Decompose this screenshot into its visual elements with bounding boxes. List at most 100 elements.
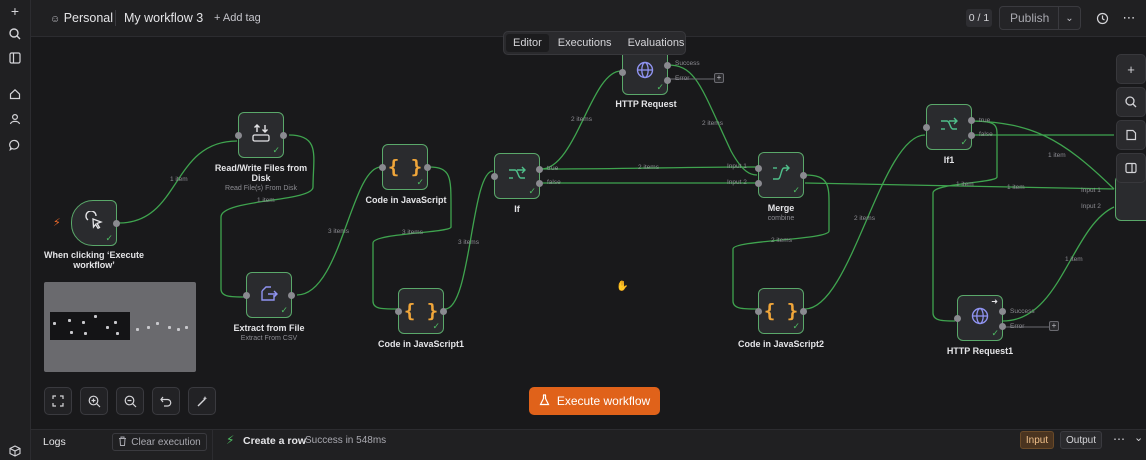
node-label: HTTP Request [615,99,677,109]
header-divider [115,10,116,26]
minimap-node [94,315,97,318]
output-port-success[interactable] [664,62,671,69]
code-braces-icon: { } [403,299,439,322]
output-port[interactable] [424,164,431,171]
output-port-false[interactable] [536,180,543,187]
node-label: Extract from File [233,323,305,333]
node-read-write-files[interactable]: ✓ [235,112,287,158]
output-port-error[interactable] [999,323,1006,330]
edge-label: 3 items [402,229,423,236]
input-port[interactable] [491,173,498,180]
chevron-down-icon[interactable]: ⌄ [1134,431,1143,444]
input-port[interactable] [954,315,961,322]
tidy-up-button[interactable] [188,387,216,415]
minimap-node [70,331,73,334]
output-port-false[interactable] [968,132,975,139]
globe-icon [970,306,990,330]
output-port-true[interactable] [536,166,543,173]
panel-toggle-icon[interactable] [1116,153,1146,183]
undo-button[interactable] [152,387,180,415]
branch-icon [507,164,527,188]
home-icon[interactable] [4,83,26,105]
publish-button[interactable]: Publish ⌄ [999,6,1081,30]
add-node-icon[interactable]: + [1116,54,1146,84]
check-icon: ✓ [272,145,280,155]
node-code-javascript[interactable]: { } ✓ [379,144,431,190]
node-http-request[interactable]: ✓ [619,49,671,95]
add-node-button[interactable]: + [1049,321,1059,331]
output-port[interactable] [288,292,295,299]
cursor-click-icon [84,210,104,235]
clear-execution-label: Clear execution [131,436,201,448]
clear-execution-button[interactable]: Clear execution [112,433,207,451]
add-tag-button[interactable]: + Add tag [214,12,261,24]
minimap-node [156,322,159,325]
logs-title[interactable]: Logs [43,436,66,448]
tab-editor[interactable]: Editor [506,34,549,52]
project-breadcrumb[interactable]: ☺ Personal [50,11,113,25]
arrow-right-icon: ➜ [991,297,998,306]
input-port-2[interactable] [755,180,762,187]
port-label: true [979,117,991,124]
node-merge[interactable]: ✓ [755,152,807,198]
input-toggle[interactable]: Input [1020,431,1054,449]
fit-view-button[interactable] [44,387,72,415]
input-port[interactable] [235,132,242,139]
workflow-name[interactable]: My workflow 3 [124,11,203,25]
run-name[interactable]: Create a row [243,435,306,447]
output-port[interactable] [800,308,807,315]
workflow-canvas[interactable]: 1 item 1 item 3 items 3 items 3 items 2 … [31,37,1146,429]
more-icon[interactable]: ⋯ [1113,432,1125,446]
output-port[interactable] [113,220,120,227]
output-port-error[interactable] [664,77,671,84]
sidebar-icon[interactable] [4,47,26,69]
user-icon[interactable] [4,108,26,130]
check-icon: ✓ [105,233,113,243]
minimap[interactable] [44,282,196,372]
output-port-success[interactable] [999,308,1006,315]
node-if1[interactable]: ✓ [923,104,975,150]
search-icon[interactable] [4,23,26,45]
zoom-out-button[interactable] [116,387,144,415]
zoom-in-button[interactable] [80,387,108,415]
input-port[interactable] [755,308,762,315]
search-nodes-icon[interactable] [1116,87,1146,117]
tab-executions[interactable]: Executions [551,34,619,52]
node-if[interactable]: ✓ [491,153,543,199]
chat-icon[interactable] [4,134,26,156]
sticky-note-icon[interactable] [1116,120,1146,150]
node-extract-from-file[interactable]: ✓ [243,272,295,318]
node-http-request1[interactable]: ➜ ✓ [954,295,1006,341]
tab-evaluations[interactable]: Evaluations [621,34,692,52]
node-code-javascript2[interactable]: { } ✓ [755,288,807,334]
execute-workflow-button[interactable]: Execute workflow [529,387,660,415]
chevron-down-icon[interactable]: ⌄ [1058,7,1080,29]
node-manual-trigger[interactable]: ✓ [71,200,120,246]
minimap-viewport[interactable] [50,312,130,340]
input-port[interactable] [395,308,402,315]
output-port[interactable] [800,172,807,179]
output-port[interactable] [280,132,287,139]
trigger-bolt-icon: ⚡ [53,217,61,229]
output-toggle[interactable]: Output [1060,431,1102,449]
output-port[interactable] [440,308,447,315]
plus-icon[interactable]: + [4,0,26,22]
check-icon: ✓ [416,177,424,187]
more-icon[interactable]: ⋯ [1120,9,1138,27]
help-icon[interactable] [4,440,26,460]
input-port[interactable] [243,292,250,299]
output-port-true[interactable] [968,117,975,124]
history-icon[interactable] [1093,9,1111,27]
edge-label: 3 items [458,239,479,246]
execute-workflow-label: Execute workflow [556,394,651,408]
input-port[interactable] [923,124,930,131]
minimap-node [114,321,117,324]
project-name: Personal [63,11,114,25]
check-icon: ✓ [656,82,664,92]
add-node-button[interactable]: + [714,73,724,83]
view-tabs: Editor Executions Evaluations [503,31,686,55]
node-code-javascript1[interactable]: { } ✓ [395,288,447,334]
input-port[interactable] [379,164,386,171]
input-port-1[interactable] [755,165,762,172]
input-port[interactable] [619,69,626,76]
